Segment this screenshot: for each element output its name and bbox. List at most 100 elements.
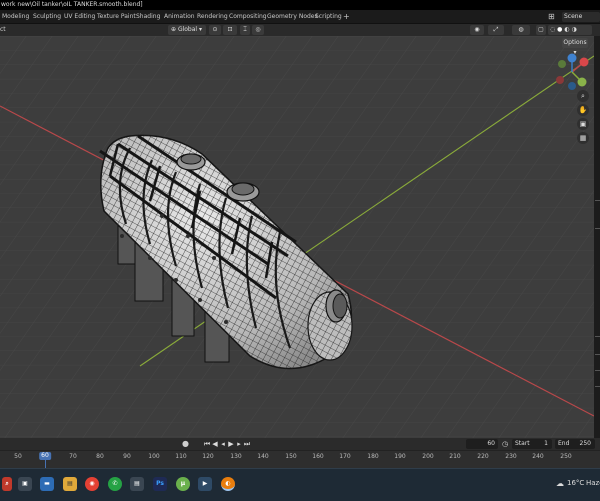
snap-icon[interactable]: ⊡: [223, 25, 237, 35]
viewport-header: ct ⊕ Global ▾ ⊙ ⊡ ⌶ ◎ ◉ ⤢ ◍ ▢ ◌ ● ◐ ◑: [0, 24, 600, 36]
z-axis-gizmo-icon: [567, 53, 577, 63]
current-frame-value: 60: [487, 440, 495, 447]
photoshop-icon[interactable]: Ps: [153, 477, 167, 491]
frame-tick: 120: [202, 453, 214, 460]
frame-tick: 130: [230, 453, 242, 460]
frame-tick: 80: [96, 453, 104, 460]
prev-keyframe-icon[interactable]: ◀: [211, 439, 219, 449]
shading-modes[interactable]: ◌ ● ◐ ◑: [548, 25, 592, 35]
folder-icon[interactable]: ▤: [63, 477, 77, 491]
overlays-icon[interactable]: ◍: [512, 25, 530, 35]
os-taskbar: ⌕ ▣ ▬ ▤ ◉ ✆ ▤ Ps µ ▶ ◐ ☁ 16°C Haze: [0, 468, 600, 501]
scene-browse-icon[interactable]: ⊞: [548, 12, 555, 22]
options-dropdown[interactable]: Options ▾: [562, 38, 588, 56]
tab-compositing[interactable]: Compositing: [229, 12, 267, 22]
transform-orientation-dropdown[interactable]: ⊕ Global ▾: [168, 25, 206, 35]
x-axis-gizmo-icon: [579, 57, 589, 67]
frame-tick: 210: [449, 453, 461, 460]
zoom-icon[interactable]: ⌕: [577, 90, 589, 102]
tab-rendering[interactable]: Rendering: [197, 12, 228, 22]
frame-tick: 190: [394, 453, 406, 460]
frame-tick: 230: [505, 453, 517, 460]
scene-selector[interactable]: Scene: [562, 12, 600, 22]
window-title: work new\Oil tanker\oIL TANKER.smooth.bl…: [0, 0, 600, 10]
play-icon[interactable]: ▶: [227, 439, 235, 449]
proportional-edit-icon[interactable]: ◎: [252, 25, 264, 35]
weather-text[interactable]: Haze: [586, 479, 600, 487]
chrome-icon[interactable]: ◉: [85, 477, 99, 491]
tab-uv-editing[interactable]: UV Editing: [64, 12, 95, 22]
frame-tick: 170: [339, 453, 351, 460]
frame-tick: 90: [123, 453, 131, 460]
frame-tick: 140: [257, 453, 269, 460]
utorrent-icon[interactable]: µ: [176, 477, 190, 491]
add-workspace-button[interactable]: +: [343, 12, 350, 22]
tab-sculpting[interactable]: Sculpting: [33, 12, 61, 22]
material-shading-icon[interactable]: ◐: [564, 26, 569, 33]
visibility-icon[interactable]: ◉: [470, 25, 484, 35]
frame-tick: 50: [14, 453, 22, 460]
options-label: Options: [563, 39, 587, 46]
record-icon[interactable]: ●: [182, 438, 189, 450]
task-view-icon[interactable]: ▣: [18, 477, 32, 491]
tab-animation[interactable]: Animation: [164, 12, 195, 22]
frame-tick: 240: [532, 453, 544, 460]
media-player-icon[interactable]: ▶: [198, 477, 212, 491]
viewport-scene: [0, 36, 594, 438]
y-axis-gizmo-icon: [577, 77, 587, 87]
pivot-icon[interactable]: ⊙: [209, 25, 221, 35]
xray-icon[interactable]: ▢: [536, 25, 546, 35]
current-frame-field[interactable]: 60: [466, 439, 498, 449]
solid-shading-icon[interactable]: ●: [557, 26, 562, 33]
frame-tick: 150: [285, 453, 297, 460]
navigation-gizmo[interactable]: [552, 52, 592, 92]
weather-icon: ☁: [556, 479, 564, 488]
frame-tick: 220: [477, 453, 489, 460]
frame-tick: 70: [69, 453, 77, 460]
tab-scripting[interactable]: Scripting: [315, 12, 342, 22]
orientation-icon: ⊕: [171, 26, 178, 33]
sidebar-collapsed-strip: [594, 36, 600, 438]
header-left-label: ct: [0, 26, 6, 33]
frame-tick: 180: [367, 453, 379, 460]
playhead-label[interactable]: 60: [39, 452, 51, 460]
pan-hand-icon[interactable]: ✋: [577, 104, 589, 116]
start-frame-field[interactable]: Start 1: [512, 439, 552, 449]
timeline-ruler[interactable]: 50 70 80 90 100 110 120 130 140 150 160 …: [0, 450, 600, 469]
jump-start-icon[interactable]: ⏮: [203, 439, 211, 449]
floor-grid: [0, 36, 594, 438]
rendered-shading-icon[interactable]: ◑: [572, 26, 577, 33]
file-explorer-icon[interactable]: ▬: [40, 477, 54, 491]
wireframe-shading-icon[interactable]: ◌: [550, 26, 555, 33]
scene-label: Scene: [564, 13, 583, 20]
playback-controls: ● ⏮ ◀ ◂ ▶ ▸ ⏭ 60 ◷ Start 1 End 250: [0, 438, 600, 450]
end-value: 250: [579, 440, 591, 447]
tab-geometry-nodes[interactable]: Geometry Nodes: [267, 12, 318, 22]
start-icon[interactable]: ⌕: [2, 477, 12, 491]
end-frame-field[interactable]: End 250: [555, 439, 595, 449]
play-reverse-icon[interactable]: ◂: [219, 439, 227, 449]
weather-temp[interactable]: 16°C: [567, 479, 584, 487]
snap-target-icon[interactable]: ⌶: [240, 25, 250, 35]
3d-viewport[interactable]: Options ▾ ⌕ ✋ ▣ ▦: [0, 36, 594, 438]
start-label: Start: [515, 440, 530, 447]
jump-end-icon[interactable]: ⏭: [243, 439, 251, 449]
frame-tick: 100: [148, 453, 160, 460]
frame-tick: 250: [560, 453, 572, 460]
workspace-bar: Modeling Sculpting UV Editing Texture Pa…: [0, 10, 600, 24]
tab-texture-paint[interactable]: Texture Paint: [97, 12, 136, 22]
camera-icon[interactable]: ▣: [577, 118, 589, 130]
tab-shading[interactable]: Shading: [136, 12, 160, 22]
frame-tick: 160: [312, 453, 324, 460]
start-value: 1: [544, 440, 548, 447]
frame-tick: 110: [175, 453, 187, 460]
blender-icon[interactable]: ◐: [221, 477, 235, 491]
store-icon[interactable]: ▤: [130, 477, 144, 491]
tab-modeling[interactable]: Modeling: [2, 12, 29, 22]
whatsapp-icon[interactable]: ✆: [108, 477, 122, 491]
clock-icon[interactable]: ◷: [502, 439, 508, 449]
gizmo-toggle-icon[interactable]: ⤢: [488, 25, 504, 35]
next-keyframe-icon[interactable]: ▸: [235, 439, 243, 449]
end-label: End: [558, 440, 570, 447]
grid-view-icon[interactable]: ▦: [577, 132, 589, 144]
